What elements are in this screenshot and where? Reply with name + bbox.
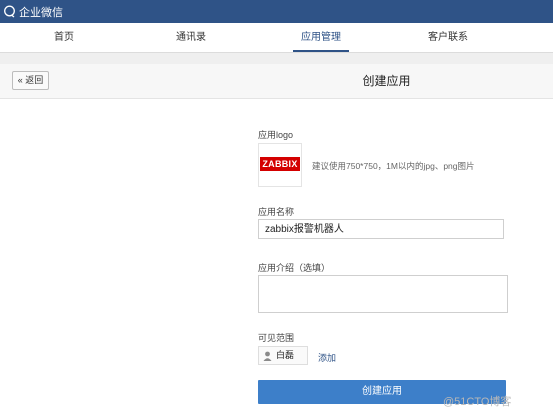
tab-home-label: 首页 [54, 32, 74, 43]
active-tab-indicator [293, 50, 349, 52]
chat-bubble-icon [3, 5, 16, 18]
top-bar: 企业微信 [0, 0, 553, 23]
tab-home[interactable]: 首页 [52, 23, 76, 51]
tab-customer-contact-label: 客户联系 [428, 32, 468, 43]
tab-contacts[interactable]: 通讯录 [174, 23, 208, 51]
header-divider [0, 53, 553, 64]
person-icon [263, 351, 272, 361]
tab-contacts-label: 通讯录 [176, 32, 206, 43]
logo-hint: 建议使用750*750，1M以内的jpg、png图片 [312, 161, 475, 171]
tab-customer-contact[interactable]: 客户联系 [417, 23, 479, 69]
add-scope-link[interactable]: 添加 [318, 351, 336, 364]
page-header: « 返回 创建应用 [0, 64, 553, 99]
tab-app-management-label: 应用管理 [301, 32, 341, 43]
page-title: 创建应用 [362, 74, 411, 88]
scope-label: 可见范围 [258, 333, 295, 343]
logo-upload[interactable]: ZABBIX [258, 143, 302, 187]
logo-label: 应用logo [258, 130, 294, 140]
app-name-input[interactable]: zabbix报警机器人 [258, 219, 504, 239]
name-label: 应用名称 [258, 207, 295, 217]
watermark: @51CTO博客 [443, 396, 512, 408]
scope-member-name: 白磊 [276, 350, 295, 360]
app-intro-textarea[interactable] [258, 275, 508, 313]
intro-label: 应用介绍（选填） [258, 263, 331, 273]
zabbix-logo: ZABBIX [260, 157, 300, 171]
tab-app-management[interactable]: 应用管理 [293, 23, 349, 52]
main-nav: 首页 通讯录 应用管理 客户联系 [0, 23, 553, 69]
scope-member-chip[interactable]: 白磊 [258, 346, 308, 365]
brand-title: 企业微信 [19, 6, 63, 19]
